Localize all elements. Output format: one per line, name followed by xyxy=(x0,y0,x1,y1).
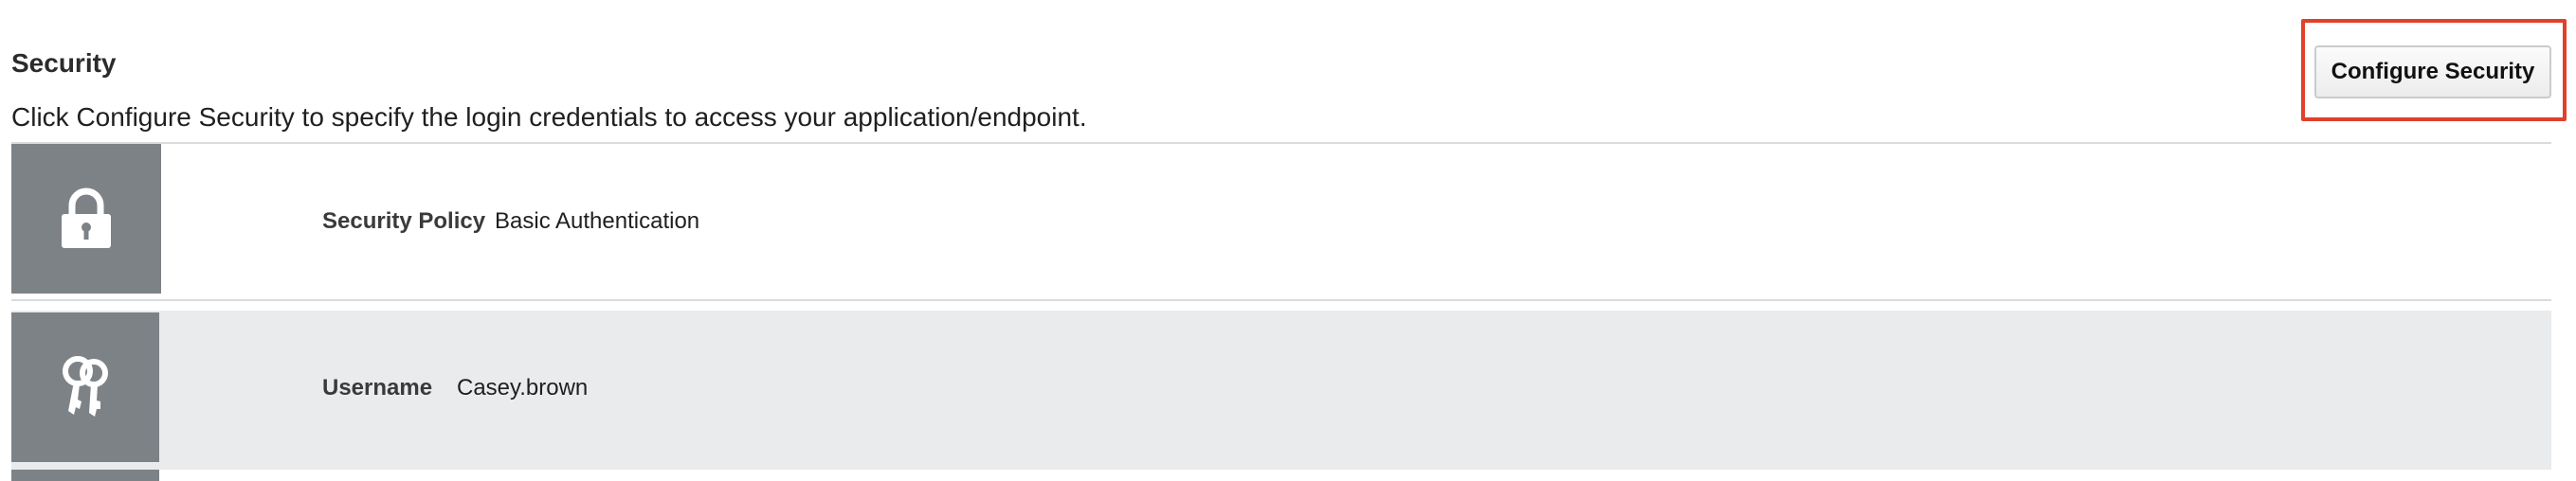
username-label: Username xyxy=(322,375,433,401)
username-row: Username Casey.brown xyxy=(11,311,2551,470)
section-title: Security xyxy=(11,48,117,78)
keys-icon xyxy=(63,356,108,417)
lock-icon xyxy=(62,187,111,248)
next-row-icon-tile xyxy=(11,470,159,481)
security-policy-value: Basic Authentication xyxy=(495,208,700,234)
username-icon-tile xyxy=(11,312,159,462)
security-policy-row: Security Policy Basic Authentication xyxy=(11,142,2551,301)
security-policy-icon-tile xyxy=(11,144,161,294)
section-description: Click Configure Security to specify the … xyxy=(11,102,1087,132)
security-policy-label: Security Policy xyxy=(322,208,486,234)
username-value: Casey.brown xyxy=(457,375,589,401)
configure-security-button[interactable]: Configure Security xyxy=(2314,45,2551,98)
security-panel: Security Click Configure Security to spe… xyxy=(0,0,2576,481)
